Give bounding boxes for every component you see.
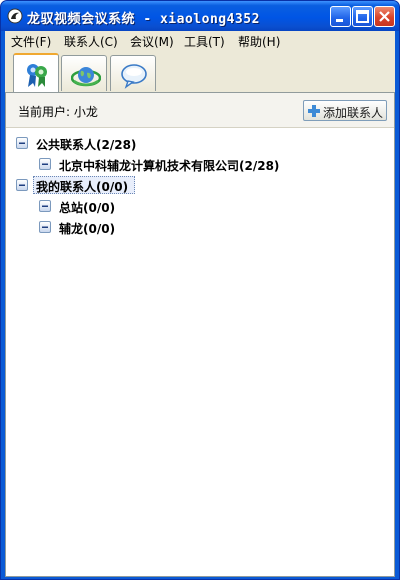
collapse-toggle[interactable] — [39, 200, 51, 212]
app-logo-icon — [7, 8, 23, 24]
add-contact-label: 添加联系人 — [323, 106, 384, 120]
collapse-toggle[interactable] — [39, 158, 51, 170]
current-user-label: 当前用户: 小龙 — [18, 105, 98, 119]
close-icon — [379, 11, 390, 22]
tree-node-station[interactable]: 总站(0/0) — [39, 198, 239, 216]
minimize-icon — [336, 19, 343, 22]
menu-help[interactable]: 帮助(H) — [238, 33, 280, 50]
contacts-badge-icon — [27, 64, 47, 87]
menu-tools[interactable]: 工具(T) — [184, 33, 225, 50]
maximize-button[interactable] — [352, 6, 373, 27]
chat-bubble-icon — [121, 64, 147, 89]
tree-node-label: 总站(0/0) — [59, 201, 116, 215]
menu-contacts[interactable]: 联系人(C) — [64, 33, 118, 50]
window-title: 龙驭视频会议系统 - xiaolong4352 — [27, 12, 260, 27]
tree-node-fulong[interactable]: 辅龙(0/0) — [39, 219, 239, 237]
tree-node-label: 辅龙(0/0) — [59, 222, 116, 236]
tree-node-company[interactable]: 北京中科辅龙计算机技术有限公司(2/28) — [39, 156, 359, 174]
minus-icon — [42, 163, 48, 165]
minus-icon — [42, 226, 48, 228]
menu-meeting[interactable]: 会议(M) — [130, 33, 174, 50]
menu-bar: 文件(F) 联系人(C) 会议(M) 工具(T) 帮助(H) — [5, 31, 395, 50]
title-bar[interactable]: 龙驭视频会议系统 - xiaolong4352 — [1, 1, 399, 31]
tab-strip — [5, 51, 395, 93]
globe-network-icon — [71, 67, 101, 87]
contacts-panel: 当前用户: 小龙 添加联系人 公共联系人(2/28) 北京中科辅龙计算机技术有限… — [5, 92, 395, 577]
tab-chat[interactable] — [110, 55, 156, 91]
maximize-icon — [356, 10, 369, 23]
client-area: 文件(F) 联系人(C) 会议(M) 工具(T) 帮助(H) 当前用户: 小龙 … — [5, 31, 395, 577]
collapse-toggle[interactable] — [39, 221, 51, 233]
collapse-toggle[interactable] — [16, 137, 28, 149]
menu-file[interactable]: 文件(F) — [11, 33, 51, 50]
minus-icon — [42, 205, 48, 207]
tree-node-label: 北京中科辅龙计算机技术有限公司(2/28) — [59, 159, 280, 173]
tree-node-label: 公共联系人(2/28) — [36, 138, 137, 152]
plus-icon — [308, 105, 320, 117]
main-window: 龙驭视频会议系统 - xiaolong4352 文件(F) 联系人(C) 会议(… — [0, 0, 400, 580]
tree-node-label: 我的联系人(0/0) — [36, 180, 129, 194]
tab-contacts[interactable] — [13, 53, 59, 93]
tab-network[interactable] — [61, 55, 107, 91]
user-bar: 当前用户: 小龙 添加联系人 — [6, 93, 394, 128]
minus-icon — [19, 142, 25, 144]
tree-node-public-contacts[interactable]: 公共联系人(2/28) — [16, 135, 316, 153]
close-button[interactable] — [374, 6, 395, 27]
tree-node-my-contacts[interactable]: 我的联系人(0/0) — [16, 176, 316, 195]
minus-icon — [19, 184, 25, 186]
add-contact-button[interactable]: 添加联系人 — [303, 100, 387, 121]
minimize-button[interactable] — [330, 6, 351, 27]
collapse-toggle[interactable] — [16, 179, 28, 191]
